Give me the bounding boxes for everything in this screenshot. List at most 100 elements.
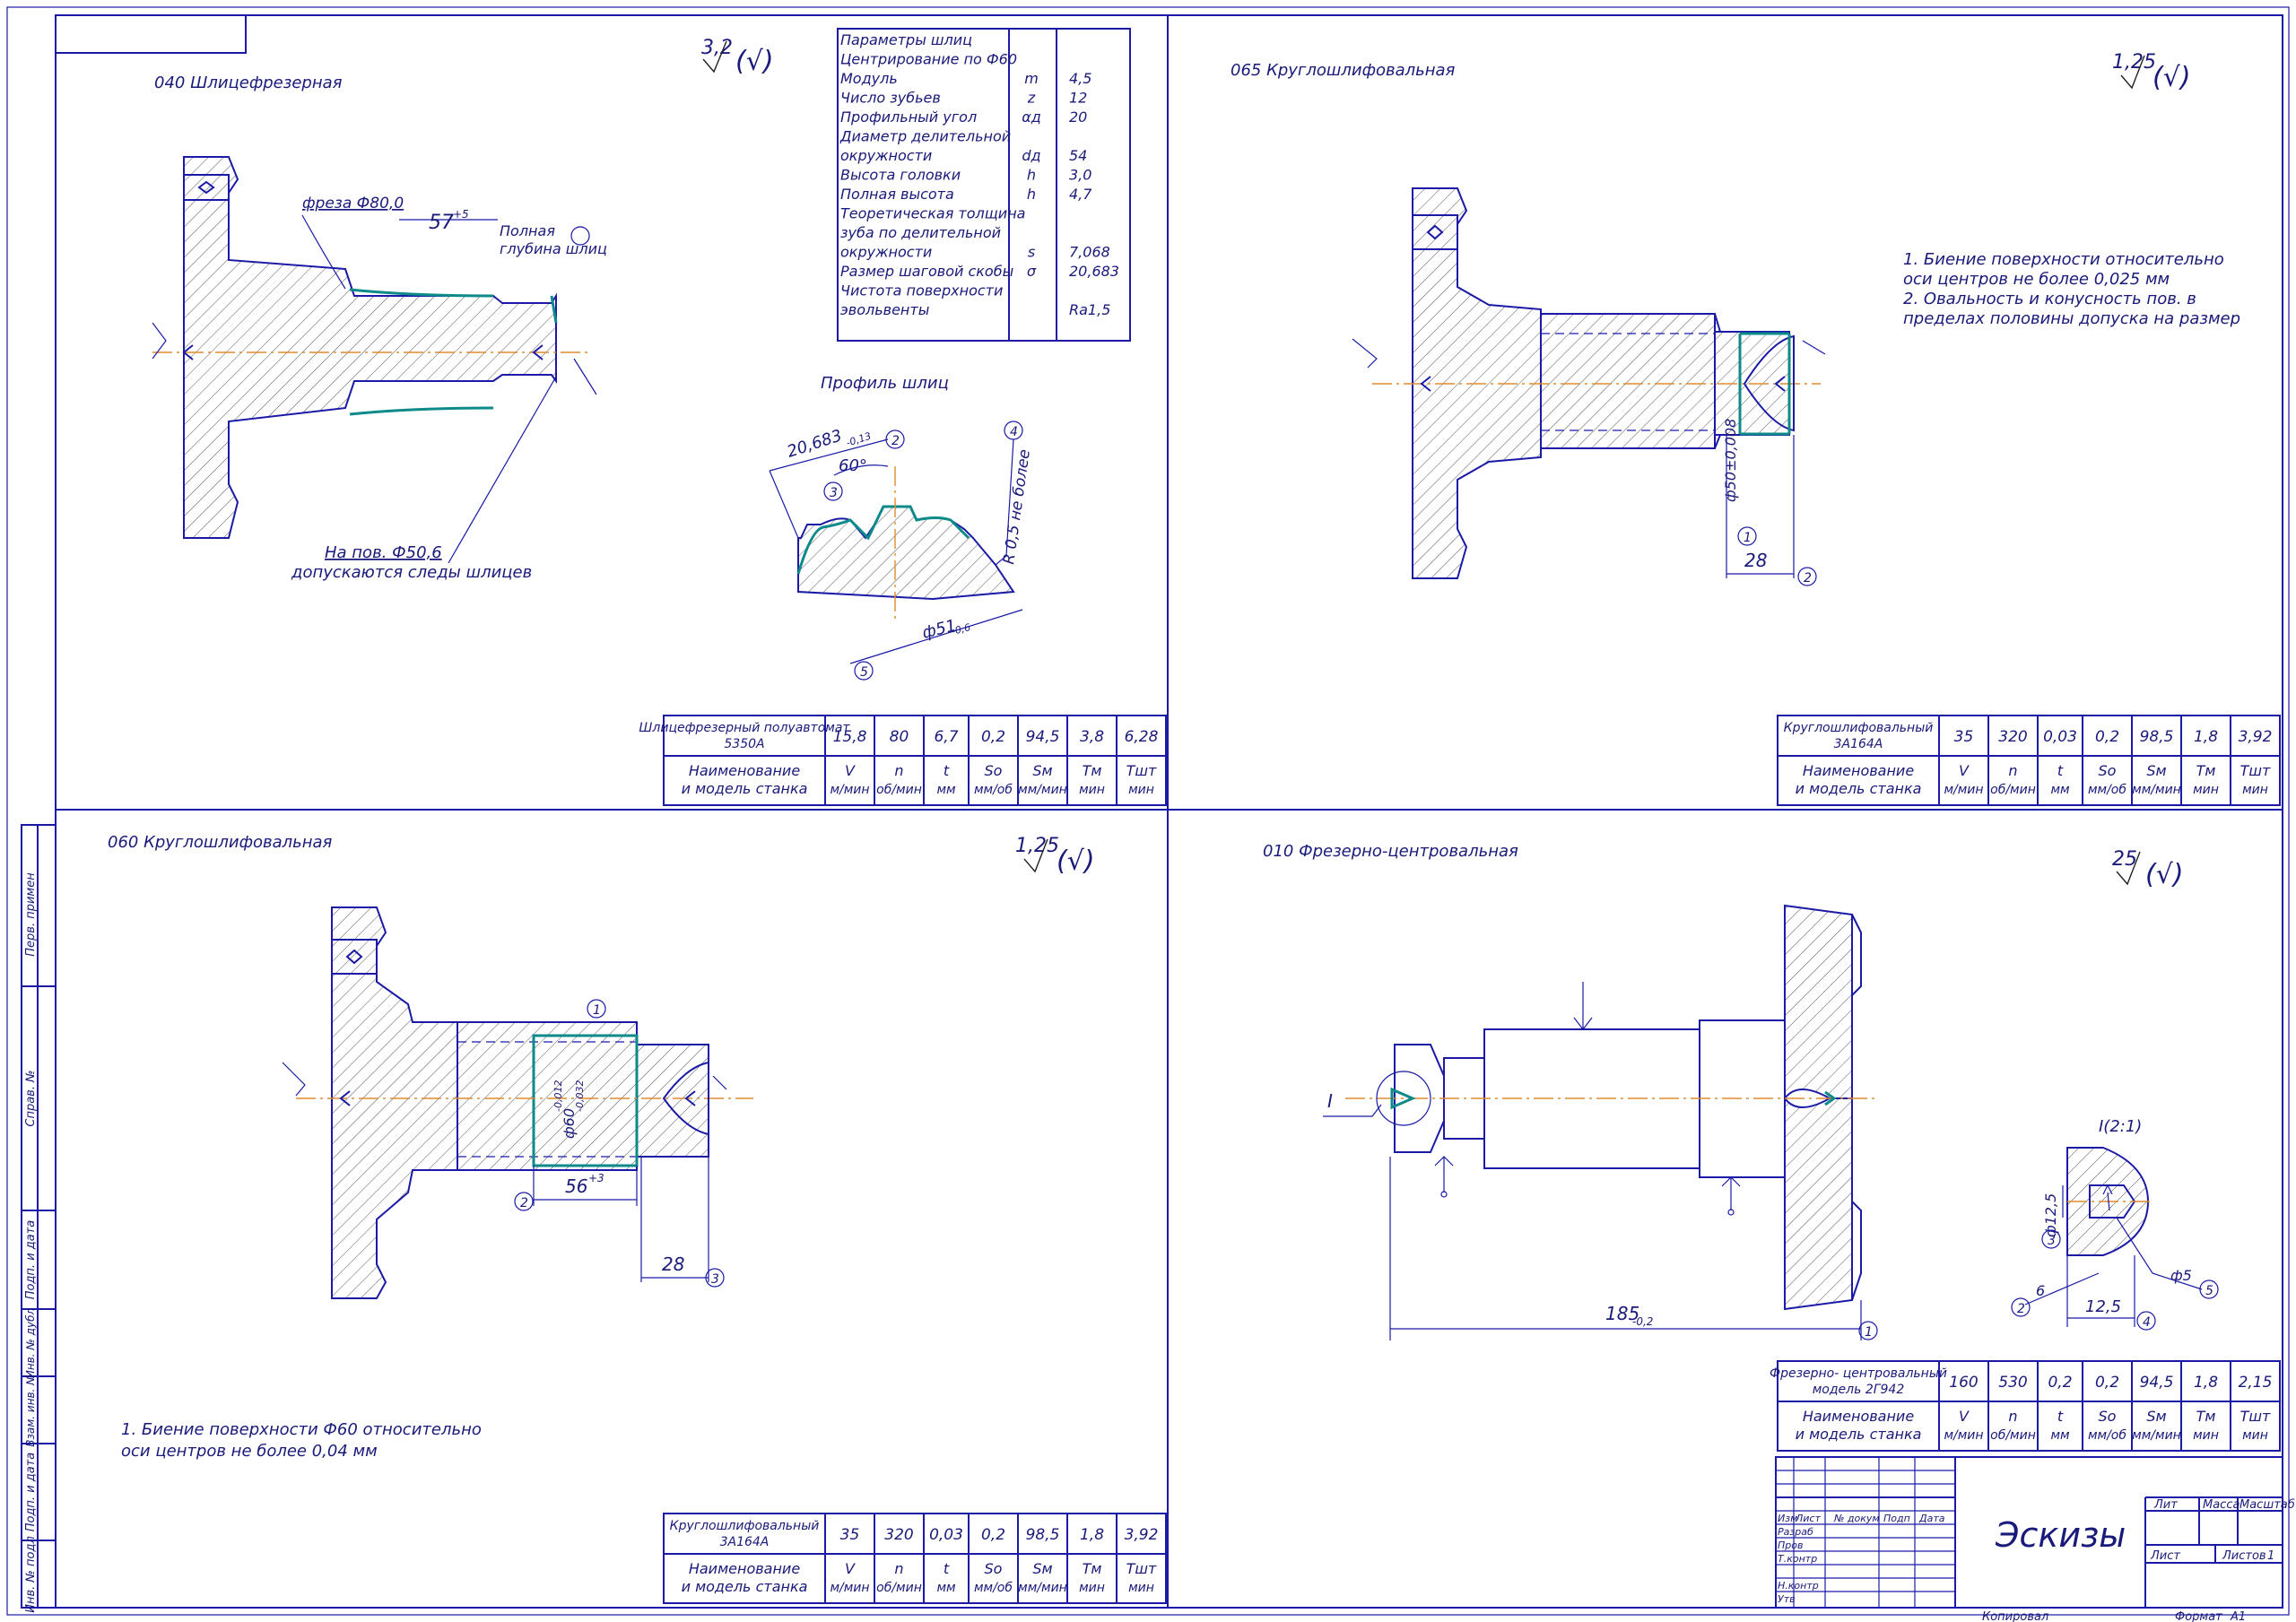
panel-060-title: 060 Круглошлифовальная	[108, 833, 333, 852]
roughness-symbol-010: (√)	[2145, 859, 2184, 890]
machine-value-tsht: 2,15	[2239, 1374, 2273, 1392]
header-so: So	[2099, 1408, 2117, 1425]
callout-3-profile: 3	[830, 486, 838, 500]
header-model: и модель станка	[682, 780, 808, 797]
header-unit-t: мм	[2050, 783, 2070, 797]
param-symbol: s	[1028, 244, 1035, 261]
header-tm: Тм	[1083, 1560, 1102, 1577]
stamp-inv-podl: Инв. № подл	[24, 1536, 38, 1613]
param-value: 20,683	[1069, 263, 1119, 280]
stamp-sprav: Справ. №	[24, 1070, 38, 1126]
dim-57: 57	[429, 212, 454, 234]
header-unit-so: мм/об	[2088, 783, 2126, 797]
callout-2-065: 2	[1804, 571, 1812, 585]
spline-line-top-040	[349, 288, 494, 298]
dim-phi5: ф5	[2170, 1267, 2192, 1284]
tb-role: Пров	[1778, 1540, 1803, 1551]
dim-28-060: 28	[662, 1253, 684, 1275]
header-sm: Sм	[2146, 1408, 2166, 1425]
dim-phi60-tol-dn: -0,032	[574, 1080, 586, 1112]
callout-2-060: 2	[520, 1196, 528, 1210]
full-depth-label-1: Полная	[500, 222, 555, 239]
machine-table-010: Фрезерно- центровальный модель 2Г942 Наиме…	[1770, 1360, 2281, 1452]
header-tm: Тм	[2196, 762, 2216, 779]
machine-value-t: 0,03	[929, 1526, 963, 1544]
machine-value-n: 320	[884, 1526, 913, 1544]
machine-value-v: 160	[1949, 1374, 1978, 1392]
header-tm: Тм	[2196, 1408, 2216, 1425]
header-model: и модель станка	[682, 1578, 808, 1595]
spline-params-table: Параметры шлиц Центрирование по Ф60 Модуль…	[837, 28, 1131, 342]
header-unit-n: об/мин	[1990, 1428, 2036, 1443]
callout-3-060: 3	[711, 1272, 719, 1287]
dim-phi60-060: ф60	[561, 1108, 578, 1139]
machine-model: 3А164А	[1834, 737, 1883, 751]
header-unit-tm: мин	[2193, 783, 2219, 797]
callout-4-profile: 4	[1010, 425, 1018, 439]
tb-header: № докум	[1833, 1513, 1880, 1524]
header-unit-t: мм	[936, 783, 956, 797]
param-value: 3,0	[1069, 167, 1091, 184]
header-n: n	[894, 762, 903, 779]
panel-060: 060 Круглошлифовальная 1,25 (√) ф60 -0,0…	[108, 833, 1095, 1461]
dim-28-065: 28	[1744, 550, 1767, 571]
header-unit-t: мм	[2050, 1428, 2070, 1443]
header-n: n	[2008, 762, 2017, 779]
param-name: Теоретическая толщина	[840, 205, 1025, 222]
machine-value-tm: 3,8	[1080, 728, 1104, 746]
machine-value-tsht: 6,28	[1125, 728, 1159, 746]
header-n: n	[2008, 1408, 2017, 1425]
callout-3-010: 3	[2048, 1234, 2056, 1248]
machine-value-v: 35	[1954, 728, 1974, 746]
header-t: t	[944, 1560, 950, 1577]
callout-2-010: 2	[2017, 1302, 2025, 1316]
panel-010-title: 010 Фрезерно-центровальная	[1263, 842, 1518, 861]
param-name: Профильный угол	[840, 108, 977, 126]
header-unit-tm: мин	[1079, 1581, 1105, 1595]
dim-6: 6	[2036, 1282, 2045, 1299]
machine-table-065: Круглошлифовальный 3А164А Наименованиеи мо…	[1777, 715, 2281, 806]
machine-value-so: 0,2	[981, 728, 1005, 746]
roughness-mark-040: 3,2 (√)	[701, 37, 774, 77]
callout-5-profile: 5	[860, 665, 868, 680]
header-unit-n: об/мин	[1990, 783, 2036, 797]
callout-5-010: 5	[2205, 1284, 2213, 1298]
header-unit-so: мм/об	[2088, 1428, 2126, 1443]
detail-label: I(2:1)	[2099, 1117, 2142, 1136]
roughness-symbol-060: (√)	[1057, 846, 1095, 877]
dim-56-tol: +3	[588, 1172, 604, 1184]
title-block: ИзмЛист № докум Подп ДатаРазрабПровТ.контрН…	[1775, 1456, 2295, 1622]
header-unit-n: об/мин	[876, 783, 922, 797]
profile-dim-tol: -0,13	[845, 430, 873, 449]
header-tsht: Тшт	[1126, 1560, 1157, 1577]
tb-mass: Масса	[2203, 1498, 2239, 1512]
dim-12-5: 12,5	[2085, 1297, 2121, 1316]
header-name: Наименование	[689, 1560, 800, 1577]
param-name: Высота головки	[840, 167, 961, 184]
param-value: Ra1,5	[1069, 301, 1110, 318]
tb-role: Т.контр	[1778, 1553, 1817, 1565]
param-name: эвольвенты	[840, 301, 929, 318]
machine-value-tsht: 3,92	[2239, 728, 2273, 746]
stamp-podp1: Подп. и дата	[24, 1220, 38, 1300]
shaft-060	[331, 906, 709, 1299]
header-unit-tsht: мин	[1128, 1581, 1154, 1595]
profile-teeth	[797, 506, 1015, 601]
roughness-value-065: 1,25	[2112, 51, 2156, 74]
param-symbol: h	[1027, 167, 1036, 184]
tb-role: Разраб	[1778, 1526, 1813, 1538]
machine-value-t: 0,03	[2043, 728, 2077, 746]
param-name: Диаметр делительной	[839, 128, 1011, 145]
header-tsht: Тшт	[2240, 762, 2271, 779]
machine-model: 5350А	[724, 737, 764, 751]
spline-profile: Профиль шлиц 20,683 -0,13 60° 2 3 4 R 0,…	[769, 374, 1034, 681]
profile-dim-20683: 20,683	[785, 426, 844, 461]
roughness-mark-010: 25 (√)	[2112, 848, 2184, 890]
callout-1-060: 1	[593, 1003, 601, 1018]
header-v: V	[1959, 1408, 1970, 1425]
machine-value-sm: 98,5	[1026, 1526, 1060, 1544]
machine-value-tsht: 3,92	[1125, 1526, 1159, 1544]
callout-2-profile: 2	[891, 434, 900, 448]
header-model: и модель станка	[1796, 780, 1922, 797]
tb-lit: Лит	[2153, 1498, 2178, 1512]
